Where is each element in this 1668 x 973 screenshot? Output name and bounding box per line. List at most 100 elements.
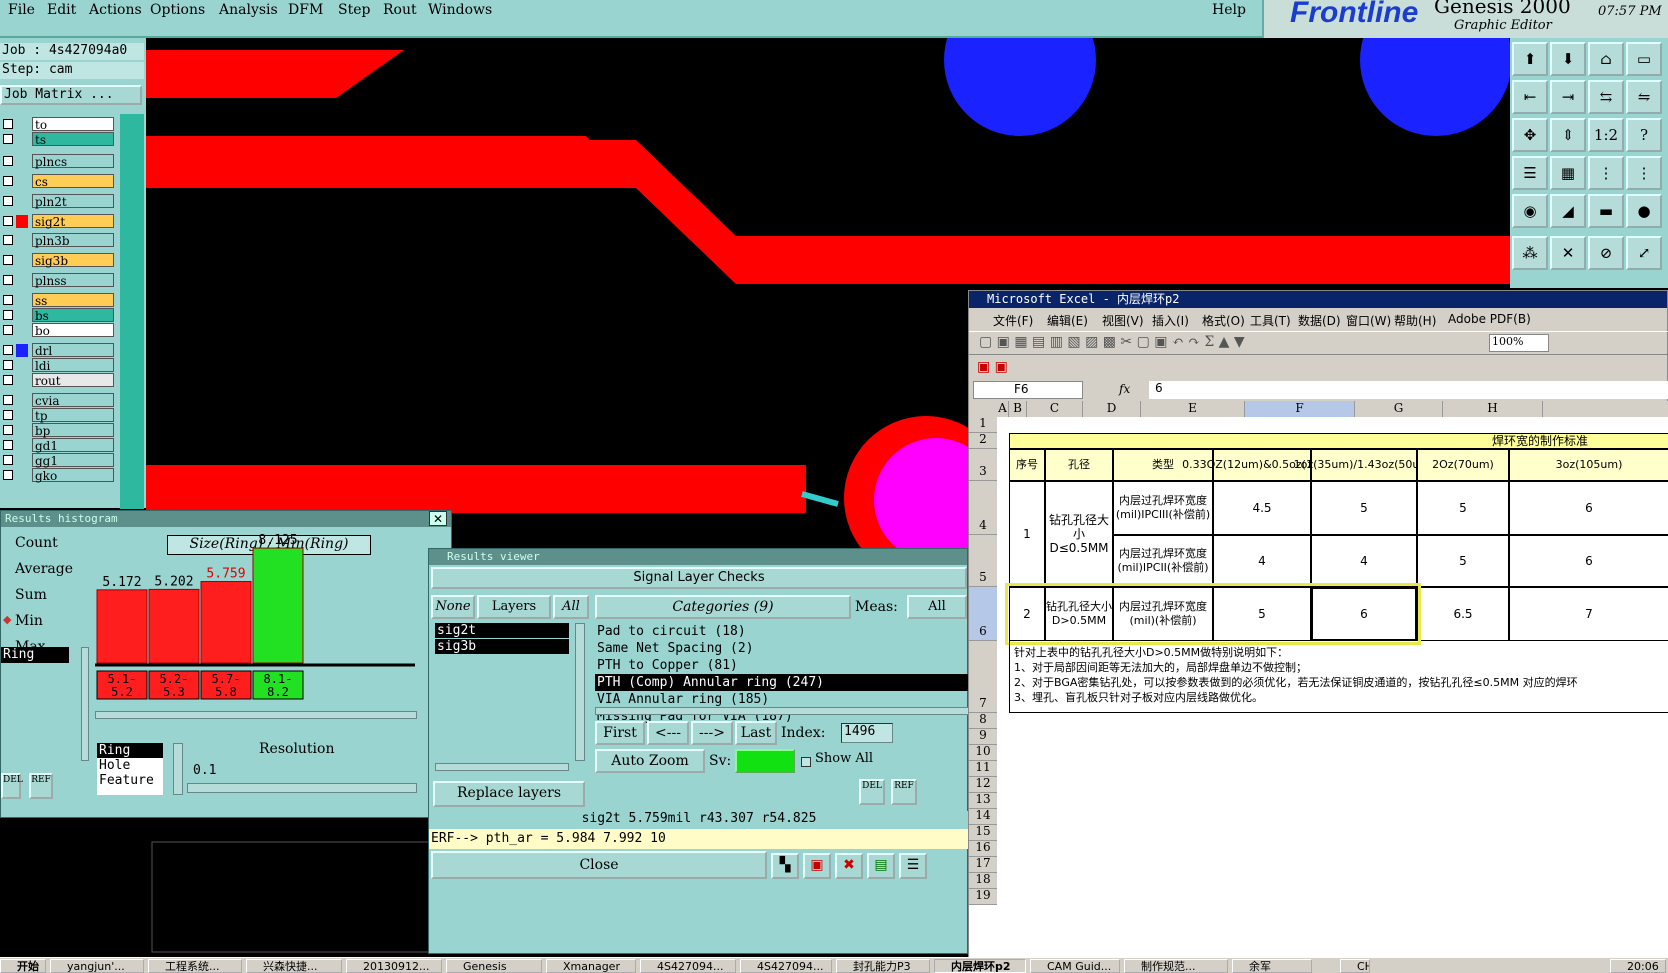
taskbar-item[interactable]: CH bbox=[1340, 959, 1370, 973]
list-item-hole[interactable]: Hole bbox=[97, 758, 163, 773]
taskbar-item[interactable]: Xmanager bbox=[546, 959, 636, 973]
layer-checkbox[interactable] bbox=[3, 425, 13, 435]
data-cell[interactable]: 7 bbox=[1509, 587, 1668, 641]
home-icon[interactable]: ⌂ bbox=[1588, 42, 1624, 76]
name-box[interactable]: F6 bbox=[973, 381, 1083, 399]
viewer-del-button[interactable]: DEL bbox=[859, 779, 885, 805]
row-header[interactable]: 17 bbox=[969, 857, 997, 873]
layer-row[interactable]: plncs bbox=[0, 154, 118, 169]
layer-row[interactable]: sig2t bbox=[0, 214, 118, 229]
layer-checkbox[interactable] bbox=[3, 216, 13, 226]
layer-checkbox[interactable] bbox=[3, 235, 13, 245]
layer-checkbox[interactable] bbox=[3, 255, 13, 265]
layer-name[interactable]: pln2t bbox=[32, 194, 114, 209]
cell-no[interactable]: 1 bbox=[1009, 481, 1045, 587]
header-cell[interactable]: 3oz(105um) bbox=[1509, 449, 1668, 481]
taskbar-item[interactable]: 内层焊环p2 bbox=[934, 959, 1026, 973]
none-button[interactable]: None bbox=[431, 595, 475, 619]
layer-checkbox[interactable] bbox=[3, 455, 13, 465]
row-header[interactable]: 12 bbox=[969, 777, 997, 793]
report-icon[interactable]: ☰ bbox=[899, 853, 927, 879]
row-header[interactable]: 14 bbox=[969, 809, 997, 825]
menu-windows[interactable]: Windows bbox=[428, 2, 492, 18]
swap-icon[interactable]: ⇆ bbox=[1588, 80, 1624, 114]
excel-menu-item[interactable]: 编辑(E) bbox=[1047, 312, 1088, 329]
sv-color-select[interactable] bbox=[735, 749, 795, 773]
column-header[interactable]: F bbox=[1245, 401, 1355, 417]
histogram-bar[interactable] bbox=[96, 589, 148, 664]
layer-checkbox[interactable] bbox=[3, 275, 13, 285]
taskbar-item[interactable]: 4S427094... bbox=[640, 959, 736, 973]
layer-checkbox[interactable] bbox=[3, 295, 13, 305]
measure2-icon[interactable]: ⋮ bbox=[1626, 156, 1662, 190]
data-cell[interactable]: 内层过孔焊环宽度(mil)IPCII(补偿前) bbox=[1113, 535, 1213, 587]
layer-list-scrollbar[interactable] bbox=[575, 623, 585, 761]
excel-menu-item[interactable]: 格式(O) bbox=[1202, 312, 1245, 329]
layer-row[interactable]: plnss bbox=[0, 273, 118, 288]
layer-name[interactable]: bo bbox=[32, 323, 114, 338]
row-header[interactable]: 19 bbox=[969, 889, 997, 905]
layer-row[interactable]: pln2t bbox=[0, 194, 118, 209]
header-cell[interactable]: 序号 bbox=[1009, 449, 1045, 481]
column-header[interactable]: B bbox=[1009, 401, 1027, 417]
menu-edit[interactable]: Edit bbox=[47, 2, 76, 18]
category-item[interactable]: Same Net Spacing (2) bbox=[595, 640, 969, 657]
scale-icon[interactable]: 1:2 bbox=[1588, 118, 1624, 152]
cell-hole[interactable]: 钻孔孔径大小D≤0.5MM bbox=[1045, 481, 1113, 587]
layer-name[interactable]: plncs bbox=[32, 154, 114, 169]
option-average[interactable]: Average bbox=[15, 561, 73, 577]
layer-row[interactable]: cs bbox=[0, 174, 118, 189]
layer-checkbox[interactable] bbox=[3, 310, 13, 320]
pan-up-icon[interactable]: ⬆ bbox=[1512, 42, 1548, 76]
pan-down-icon[interactable]: ⬇ bbox=[1550, 42, 1586, 76]
del-button[interactable]: DEL bbox=[1, 773, 23, 799]
line-icon[interactable]: ◢ bbox=[1550, 194, 1586, 228]
layer-row[interactable]: bp bbox=[0, 423, 118, 438]
layer-row[interactable]: gg1 bbox=[0, 453, 118, 468]
layer-result-item[interactable]: sig3b bbox=[435, 639, 569, 654]
column-header[interactable]: C bbox=[1027, 401, 1083, 417]
help-icon[interactable]: ? bbox=[1626, 118, 1662, 152]
delete-feature-icon[interactable]: ✖ bbox=[835, 853, 863, 879]
category-item[interactable]: PTH to Copper (81) bbox=[595, 657, 969, 674]
excel-menu-item[interactable]: 文件(F) bbox=[993, 312, 1033, 329]
row-header[interactable]: 13 bbox=[969, 793, 997, 809]
attr-scrollbar[interactable] bbox=[81, 647, 89, 761]
layer-checkbox[interactable] bbox=[3, 134, 13, 144]
layer-row[interactable]: pln3b bbox=[0, 233, 118, 248]
layer-row[interactable]: bs bbox=[0, 308, 118, 323]
layer-hscroll[interactable] bbox=[435, 763, 569, 771]
menu-file[interactable]: File bbox=[8, 2, 35, 18]
frame-icon[interactable]: ▭ bbox=[1626, 42, 1662, 76]
data-cell[interactable]: 6 bbox=[1509, 481, 1668, 535]
expand-icon[interactable]: ⤢ bbox=[1626, 236, 1662, 270]
layer-name[interactable]: ts bbox=[32, 132, 114, 147]
taskbar-item[interactable]: yangjun'... bbox=[50, 959, 144, 973]
data-cell[interactable]: 6 bbox=[1509, 535, 1668, 587]
taskbar-item[interactable]: 封孔能力P3 bbox=[836, 959, 930, 973]
histogram-bar[interactable] bbox=[252, 547, 304, 664]
layer-checkbox[interactable] bbox=[3, 345, 13, 355]
taskbar-item[interactable]: Genesis bbox=[446, 959, 542, 973]
layer-name[interactable]: bs bbox=[32, 308, 114, 323]
menu-analysis[interactable]: Analysis bbox=[219, 2, 278, 18]
list-scrollbar[interactable] bbox=[173, 743, 183, 795]
row-header[interactable]: 11 bbox=[969, 761, 997, 777]
grid-icon[interactable]: ▦ bbox=[1550, 156, 1586, 190]
select-icon[interactable]: ▣ bbox=[803, 853, 831, 879]
menu-actions[interactable]: Actions bbox=[89, 2, 142, 18]
taskbar-item[interactable]: 20130912... bbox=[346, 959, 442, 973]
viewer-ref-button[interactable]: REF bbox=[891, 779, 917, 805]
data-cell[interactable]: 4.5 bbox=[1213, 481, 1311, 535]
all-button[interactable]: All bbox=[553, 595, 589, 619]
option-sum[interactable]: Sum bbox=[15, 587, 47, 603]
layer-scrollbar[interactable] bbox=[120, 114, 144, 509]
cross-icon[interactable]: ✕ bbox=[1550, 236, 1586, 270]
histogram-bar[interactable] bbox=[148, 588, 200, 664]
layer-row[interactable]: tp bbox=[0, 408, 118, 423]
layer-checkbox[interactable] bbox=[3, 375, 13, 385]
taskbar-item[interactable]: 制作规范... bbox=[1124, 959, 1228, 973]
data-cell[interactable]: 内层过孔焊环宽度(mil)IPCIII(补偿前) bbox=[1113, 481, 1213, 535]
layer-checkbox[interactable] bbox=[3, 395, 13, 405]
formula-bar[interactable]: 6 bbox=[1149, 381, 1668, 399]
